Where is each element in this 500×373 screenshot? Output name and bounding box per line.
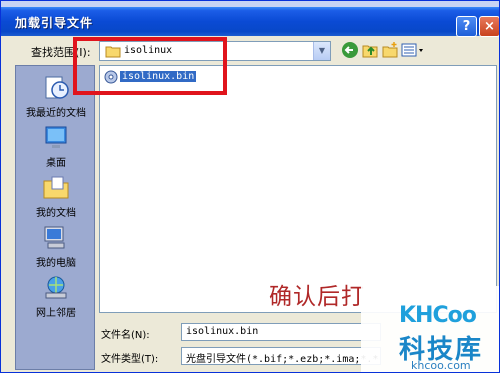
- place-label: 我的文档: [36, 208, 76, 219]
- place-my-computer[interactable]: 我的电脑: [16, 224, 96, 269]
- places-bar: 我最近的文档 桌面 我的文档 我的电脑 网上邻居: [15, 65, 95, 370]
- place-label: 网上邻居: [36, 308, 76, 319]
- my-documents-icon: [43, 176, 69, 199]
- caption-overlay: 确认后打: [269, 284, 365, 310]
- my-computer-icon: [44, 226, 65, 249]
- close-button[interactable]: ×: [479, 16, 499, 37]
- chevron-down-icon[interactable]: ▼: [313, 42, 330, 60]
- file-name-field[interactable]: isolinux.bin: [181, 323, 381, 341]
- place-desktop[interactable]: 桌面: [16, 124, 96, 169]
- recent-documents-icon: [45, 76, 69, 99]
- help-button[interactable]: ?: [456, 16, 477, 37]
- file-list[interactable]: isolinux.bin: [99, 65, 497, 313]
- title-bar[interactable]: 加载引导文件 ? ×: [1, 7, 499, 37]
- desktop-icon: [45, 126, 67, 148]
- place-label: 桌面: [46, 158, 66, 169]
- file-type-select[interactable]: 光盘引导文件(*.bif;*.ezb;*.ima;*.*): [181, 347, 381, 365]
- views-menu-icon[interactable]: [401, 41, 425, 59]
- file-name-label: 文件名(N):: [101, 330, 150, 341]
- dialog-title: 加载引导文件: [15, 16, 94, 30]
- back-arrow-icon[interactable]: [341, 41, 359, 59]
- watermark-url: khcoo.com: [411, 359, 471, 372]
- up-folder-icon[interactable]: [361, 41, 379, 59]
- place-my-documents[interactable]: 我的文档: [16, 174, 96, 219]
- load-boot-file-dialog: 加载引导文件 ? × 查找范围(I): isolinux ▼ 我最近的文档 桌面…: [0, 0, 500, 373]
- place-label: 我最近的文档: [26, 108, 86, 119]
- new-folder-icon[interactable]: [381, 41, 399, 59]
- place-label: 我的电脑: [36, 258, 76, 269]
- network-places-icon: [45, 276, 67, 299]
- watermark-logo: KHCoo: [399, 303, 477, 328]
- file-type-label: 文件类型(T):: [101, 354, 159, 365]
- highlight-box: [73, 37, 227, 95]
- place-network[interactable]: 网上邻居: [16, 274, 96, 319]
